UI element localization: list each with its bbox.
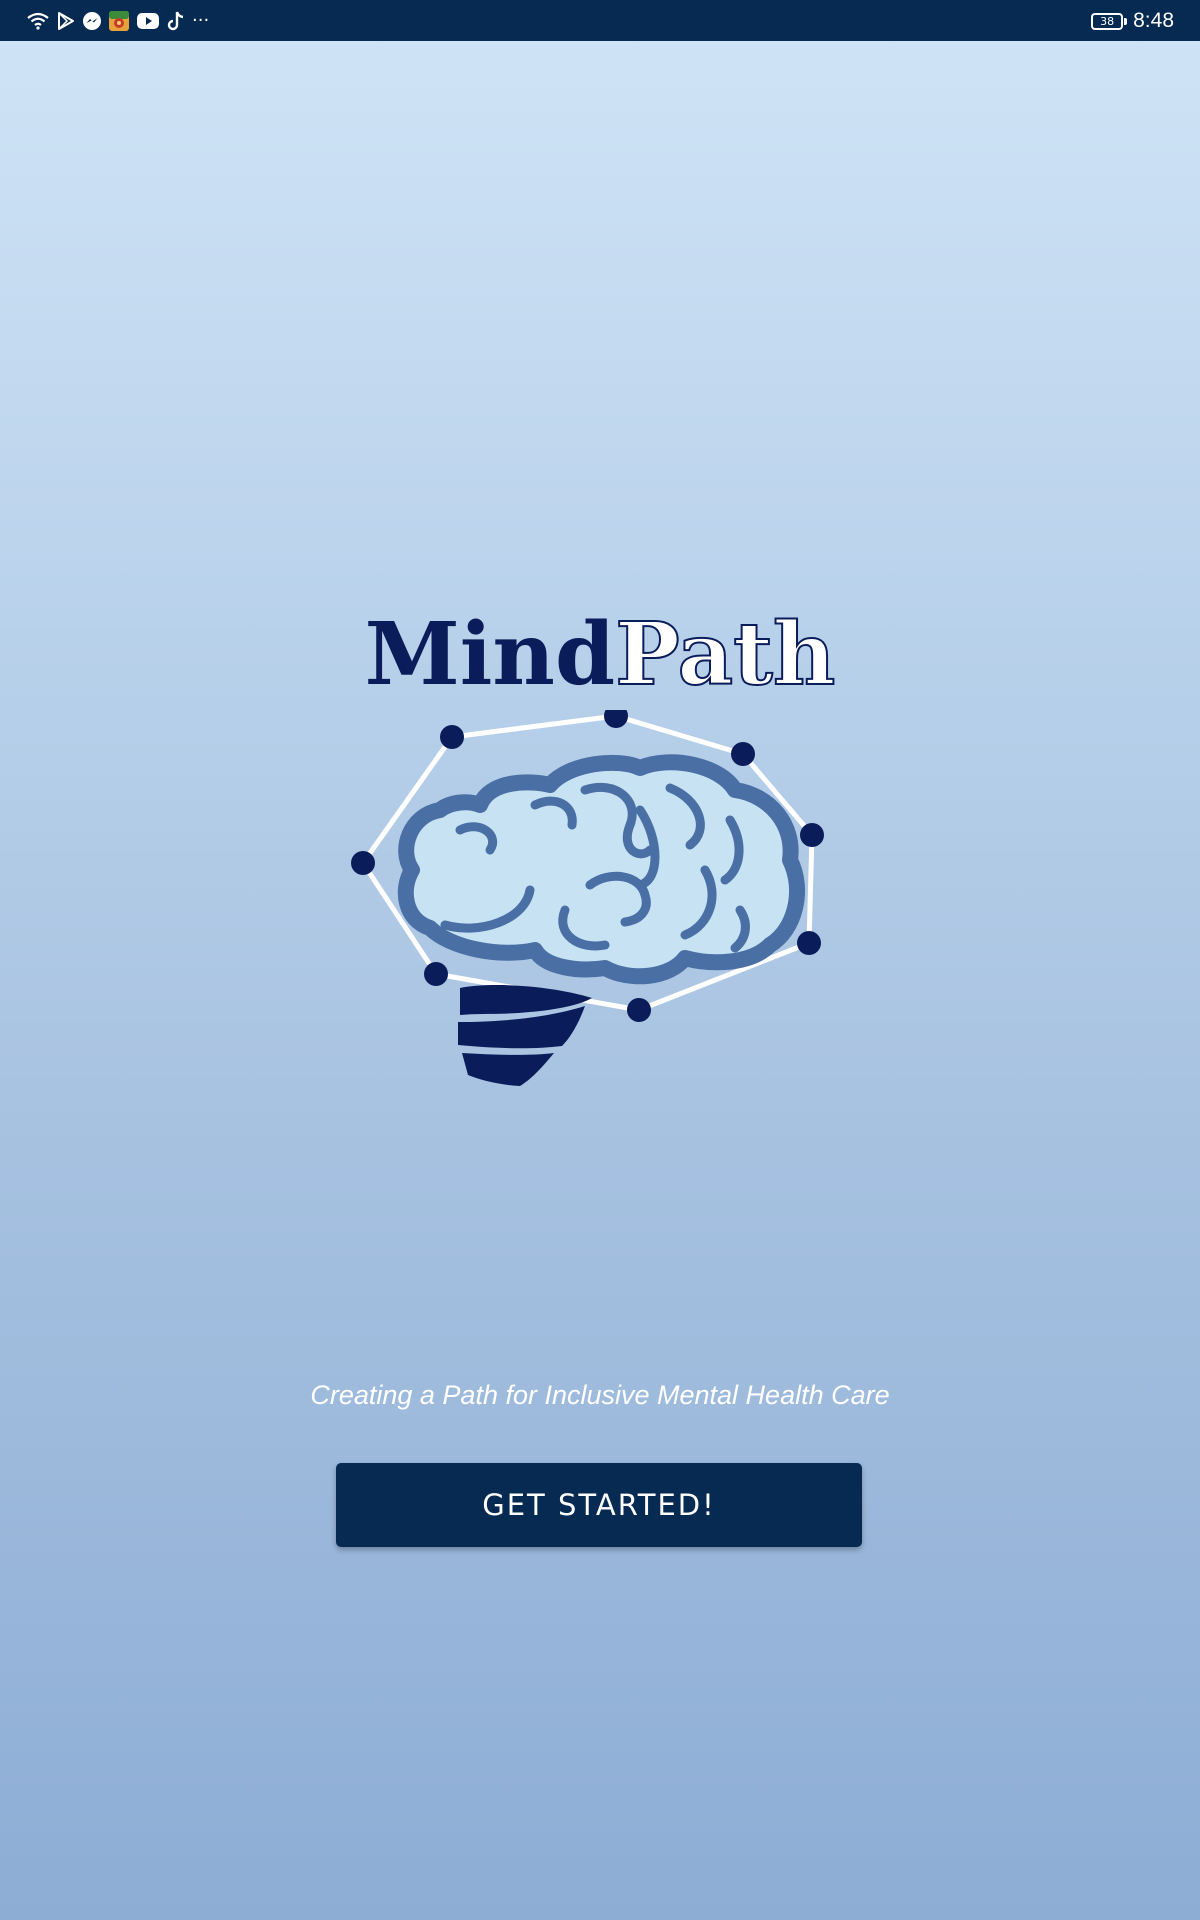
app-icon bbox=[108, 10, 130, 32]
status-bar: ··· 38 8:48 bbox=[0, 0, 1200, 41]
tiktok-icon bbox=[166, 10, 186, 32]
network-node bbox=[800, 823, 824, 847]
notification-icons: ··· bbox=[26, 9, 209, 33]
logo-title-path: Path bbox=[614, 603, 836, 706]
tagline: Creating a Path for Inclusive Mental Hea… bbox=[310, 1380, 890, 1410]
more-icon: ··· bbox=[192, 10, 210, 31]
brain-network-icon bbox=[351, 710, 824, 1086]
brain-shape bbox=[397, 754, 805, 985]
wifi-icon bbox=[26, 11, 50, 31]
network-node bbox=[351, 851, 375, 875]
network-node bbox=[797, 931, 821, 955]
logo-title: MindPath bbox=[340, 600, 860, 710]
network-node bbox=[731, 742, 755, 766]
network-node bbox=[604, 710, 628, 728]
youtube-icon bbox=[136, 12, 160, 30]
play-store-icon bbox=[56, 11, 76, 31]
battery-level: 38 bbox=[1100, 14, 1115, 28]
mindpath-logo: MindPath bbox=[340, 600, 860, 1120]
battery-icon: 38 bbox=[1091, 12, 1128, 30]
network-node bbox=[424, 962, 448, 986]
status-right: 38 8:48 bbox=[1091, 6, 1174, 36]
network-node bbox=[627, 998, 651, 1022]
get-started-button[interactable]: GET STARTED! bbox=[336, 1463, 862, 1547]
brain-stem bbox=[458, 985, 592, 1086]
logo-title-mind: Mind bbox=[364, 604, 616, 705]
messenger-icon bbox=[82, 11, 102, 31]
network-node bbox=[440, 725, 464, 749]
clock: 8:48 bbox=[1133, 9, 1174, 32]
